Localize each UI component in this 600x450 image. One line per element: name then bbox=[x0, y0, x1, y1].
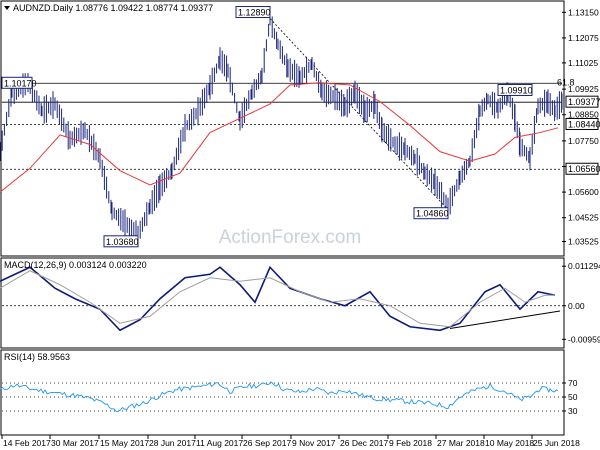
price-header-text: AUDNZD.Daily 1.08776 1.09422 1.08774 1.0… bbox=[13, 3, 213, 13]
level-label: 1.06560 bbox=[568, 164, 600, 174]
rsi-header-text: RSI(14) 58.9563 bbox=[4, 352, 70, 362]
level-label: 1.10170 bbox=[4, 78, 37, 88]
rsi-tick-label: 30 bbox=[568, 406, 578, 416]
macd-tick-label: 0.00 bbox=[568, 301, 585, 311]
level-label: 1.09377 bbox=[568, 97, 600, 107]
annotation-label: 1.04860 bbox=[416, 209, 449, 219]
forex-chart: ActionForex.com 1.13150 1.12075 1.11025 1.0… bbox=[0, 0, 600, 450]
macd-tick-label: -0.009594 bbox=[568, 334, 600, 344]
x-tick-label: 15 May 2017 bbox=[100, 438, 149, 448]
annotation-label: 1.12890 bbox=[238, 8, 271, 18]
x-tick-label: 10 May 2018 bbox=[485, 438, 534, 448]
x-tick-label: 26 Sep 2017 bbox=[243, 438, 291, 448]
price-tick-label: 1.07750 bbox=[568, 136, 599, 146]
price-tick-label: 1.03525 bbox=[568, 237, 599, 247]
rsi-tick-label: 50 bbox=[568, 392, 578, 402]
x-tick-label: 11 Aug 2017 bbox=[196, 438, 243, 448]
x-tick-label: 9 Nov 2017 bbox=[292, 438, 336, 448]
macd-tick-label: 0.011294 bbox=[568, 261, 600, 271]
price-header: AUDNZD.Daily 1.08776 1.09422 1.08774 1.0… bbox=[4, 3, 213, 13]
price-tick-label: 1.12075 bbox=[568, 33, 599, 43]
x-tick-label: 30 Mar 2017 bbox=[51, 438, 99, 448]
watermark: ActionForex.com bbox=[219, 227, 362, 248]
price-tick-label: 1.11025 bbox=[568, 58, 598, 68]
level-label: 1.08440 bbox=[568, 119, 600, 129]
x-tick-label: 25 Jun 2018 bbox=[533, 438, 580, 448]
fib-label: 61.8 bbox=[557, 77, 575, 87]
x-tick-label: 28 Jun 2017 bbox=[149, 438, 196, 448]
price-tick-label: 1.13150 bbox=[568, 7, 599, 17]
price-tick-label: 1.05600 bbox=[568, 187, 599, 197]
macd-header-text: MACD(12,26,9) 0.003124 0.003220 bbox=[4, 260, 147, 270]
price-tick-label: 1.04525 bbox=[568, 213, 599, 223]
rsi-tick-label: 70 bbox=[568, 378, 578, 388]
annotation-label: 1.09910 bbox=[500, 85, 533, 95]
x-tick-label: 27 Mar 2018 bbox=[437, 438, 485, 448]
x-tick-label: 14 Feb 2017 bbox=[3, 438, 51, 448]
x-tick-label: 26 Dec 2017 bbox=[340, 438, 388, 448]
x-tick-label: 9 Feb 2018 bbox=[389, 438, 432, 448]
annotation-label: 1.03680 bbox=[106, 237, 139, 247]
